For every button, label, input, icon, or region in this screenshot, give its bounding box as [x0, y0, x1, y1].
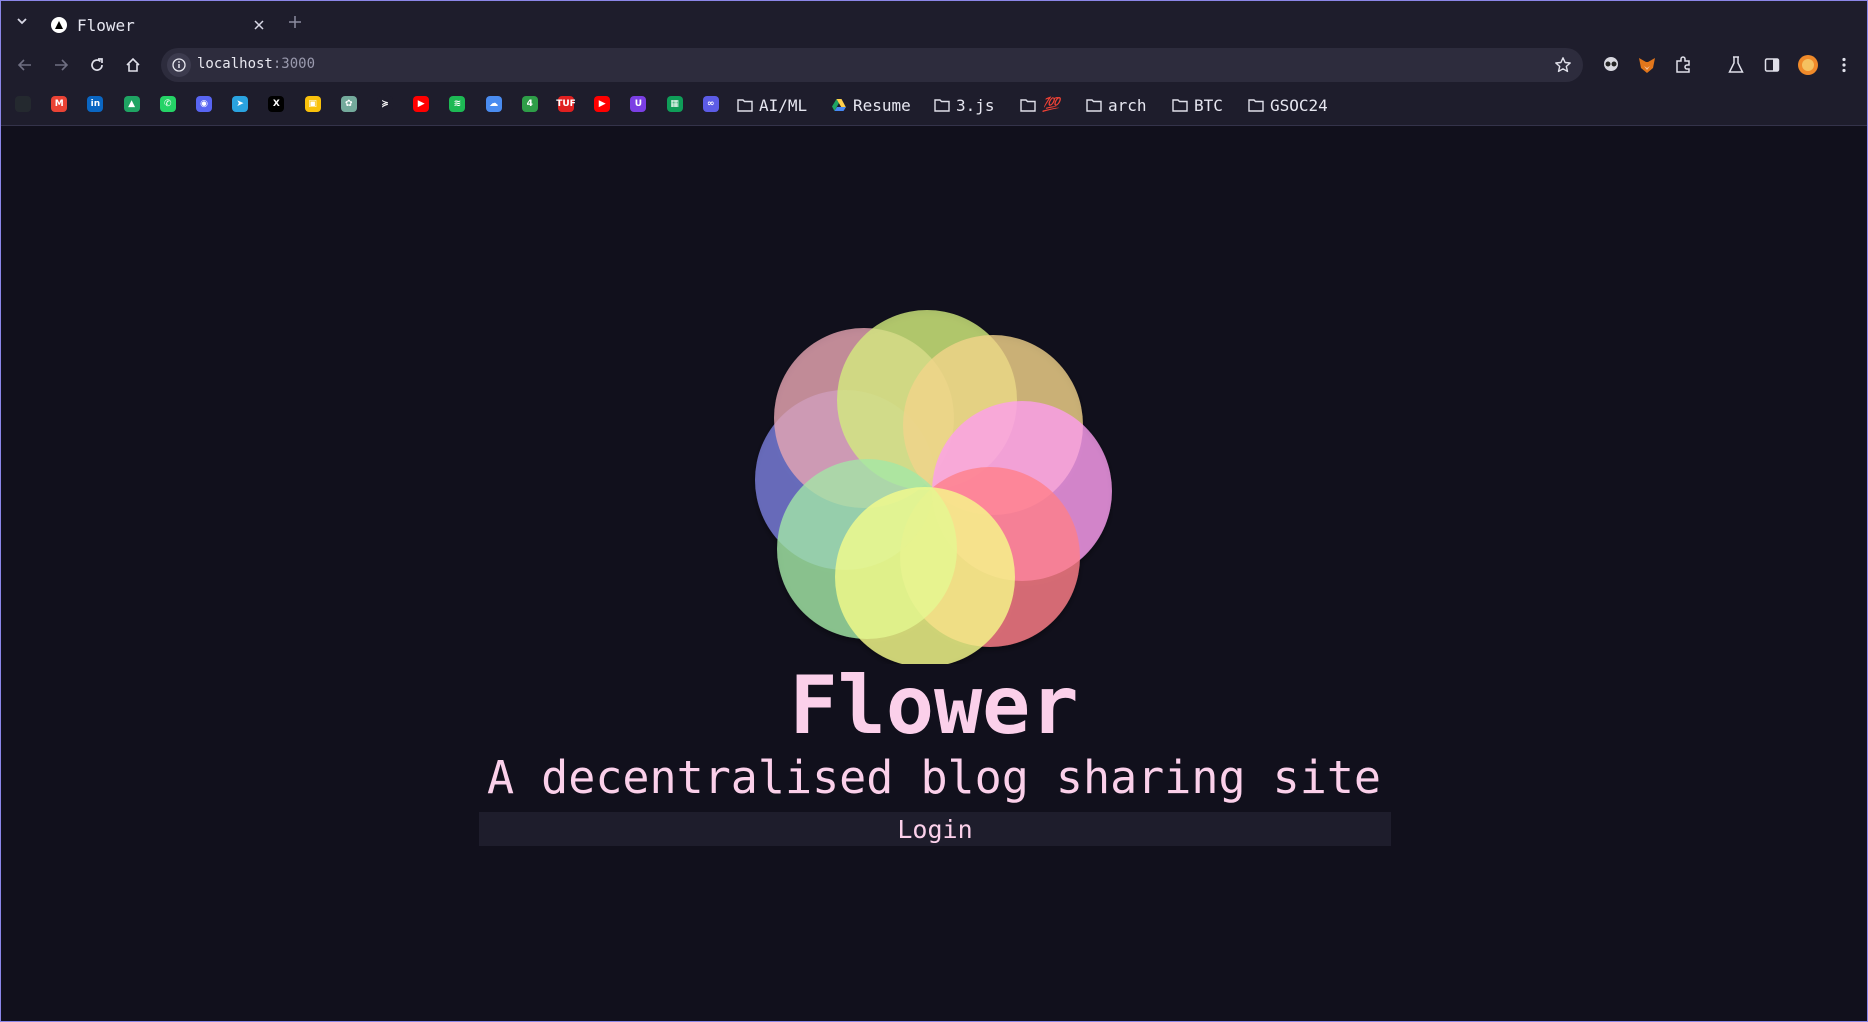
url-text[interactable]: localhost:3000 — [197, 56, 315, 72]
bookmark-folder-label: Resume — [853, 95, 911, 115]
login-button[interactable]: Login — [479, 812, 1391, 846]
side-panel-icon[interactable] — [1760, 53, 1784, 77]
extensions-puzzle-icon[interactable] — [1671, 53, 1695, 77]
url-port: :3000 — [272, 56, 316, 72]
bookmark-folder-label: arch — [1108, 95, 1147, 115]
new-tab-plus-icon[interactable] — [285, 12, 305, 32]
linkedin-icon[interactable]: in — [87, 96, 104, 112]
browser-menu-kebab-icon[interactable] — [1832, 53, 1856, 77]
triangle-favicon-icon — [51, 17, 67, 33]
metamask-fox-icon[interactable] — [1635, 53, 1659, 77]
bookmark-folder-label: BTC — [1194, 95, 1223, 115]
page-tagline: A decentralised blog sharing site — [486, 751, 1382, 804]
bookmark-folder-btc[interactable]: BTC — [1172, 94, 1223, 116]
google-classroom-icon[interactable]: ▣ — [304, 96, 321, 112]
bookmark-folder-hundred[interactable]: 💯 — [1020, 94, 1059, 116]
bookmark-folder-arch[interactable]: arch — [1086, 94, 1147, 116]
telegram-icon[interactable]: ➤ — [232, 96, 249, 112]
google-drive-icon[interactable]: ▲ — [123, 96, 140, 112]
github-icon[interactable] — [15, 96, 31, 112]
bookmark-resume[interactable]: Resume — [831, 94, 911, 116]
proton-icon[interactable]: U — [630, 96, 647, 112]
four-icon[interactable]: 4 — [521, 96, 538, 112]
bookmark-folder-label: AI/ML — [759, 95, 808, 115]
home-icon[interactable] — [121, 53, 145, 77]
profile-avatar[interactable] — [1796, 53, 1820, 77]
labs-flask-icon[interactable] — [1724, 53, 1748, 77]
tab-title: Flower — [77, 15, 135, 35]
x-icon[interactable]: X — [268, 96, 285, 112]
tab-search-chevron-icon[interactable] — [11, 10, 33, 32]
close-icon[interactable] — [249, 15, 269, 35]
tab-flower[interactable]: Flower — [45, 7, 275, 43]
bookmarks-bar: AI/ML Resume 3.js 💯 arch BTC GSOC24 Min ▲… — [1, 85, 1867, 126]
browser-window: Flower localhost:3000 AI/ML Resume 3.js … — [0, 0, 1868, 1022]
url-host: localhost — [197, 56, 273, 72]
whatsapp-icon[interactable]: ✆ — [159, 96, 176, 112]
gmail-icon[interactable]: M — [51, 96, 68, 112]
tuf-icon[interactable]: TUF — [556, 96, 576, 112]
google-drive-icon — [832, 99, 846, 111]
extension-glasses-icon[interactable] — [1599, 53, 1623, 77]
browser-toolbar: localhost:3000 — [1, 43, 1867, 85]
bookmark-folder-aiml[interactable]: AI/ML — [737, 94, 807, 116]
youtube-music-icon[interactable]: ▶ — [413, 96, 430, 112]
bookmark-folder-label: 3.js — [956, 95, 995, 115]
bookmark-folder-label: GSOC24 — [1270, 95, 1328, 115]
cloud-app-icon[interactable]: ☁ — [485, 96, 502, 112]
chatgpt-icon[interactable]: ✿ — [340, 96, 357, 112]
visual-studio-icon[interactable]: ∞ — [702, 96, 719, 112]
forward-arrow-icon[interactable] — [49, 53, 73, 77]
flower-petal — [835, 487, 1015, 664]
tab-strip: Flower — [1, 1, 1867, 43]
flower-logo — [755, 310, 1112, 664]
slashdev-icon[interactable]: ≽ — [377, 96, 393, 112]
site-info-icon[interactable] — [167, 53, 191, 77]
google-sheets-icon[interactable]: ▦ — [666, 96, 683, 112]
bookmark-folder-threejs[interactable]: 3.js — [934, 94, 995, 116]
address-bar[interactable]: localhost:3000 — [161, 48, 1583, 82]
back-arrow-icon[interactable] — [13, 53, 37, 77]
reload-icon[interactable] — [85, 53, 109, 77]
bookmark-folder-gsoc24[interactable]: GSOC24 — [1248, 94, 1328, 116]
spotify-icon[interactable]: ≋ — [449, 96, 466, 112]
discord-icon[interactable]: ◉ — [196, 96, 212, 112]
page-content: Flower A decentralised blog sharing site… — [1, 126, 1867, 1021]
youtube-icon[interactable]: ▶ — [594, 96, 611, 112]
bookmark-folder-label: 💯 — [1042, 97, 1060, 113]
bookmark-star-icon[interactable] — [1553, 55, 1573, 75]
page-title: Flower — [789, 659, 1079, 752]
